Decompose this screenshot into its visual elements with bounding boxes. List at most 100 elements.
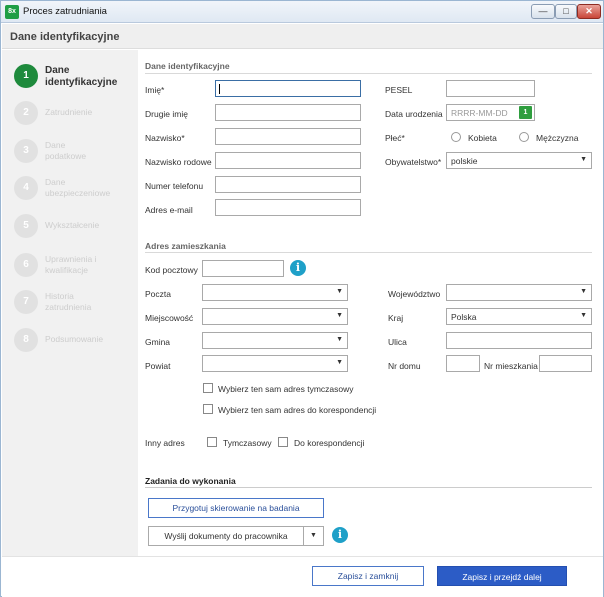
save-close-button[interactable]: Zapisz i zamknij	[312, 566, 424, 586]
wojewodztwo-label: Województwo	[388, 289, 441, 299]
same-corr-checkbox[interactable]	[203, 404, 213, 414]
obywatelstwo-select[interactable]: polskie ▼	[446, 152, 592, 169]
miejscowosc-select[interactable]: ▼	[202, 308, 348, 325]
step-number: 5	[14, 214, 38, 238]
poczta-select[interactable]: ▼	[202, 284, 348, 301]
steps-sidebar: 1 Dane identyfikacyjne 2 Zatrudnienie 3 …	[2, 50, 138, 556]
nazwisko-input[interactable]	[215, 128, 361, 145]
telefon-label: Numer telefonu	[145, 181, 204, 191]
step-6[interactable]: 6 Uprawnienia i kwalifikacje	[2, 253, 138, 289]
wojewodztwo-select[interactable]: ▼	[446, 284, 592, 301]
data-urodzenia-input[interactable]: RRRR-MM-DD 1	[446, 104, 535, 121]
nr-mieszkania-input[interactable]	[539, 355, 592, 372]
same-corr-label: Wybierz ten sam adres do korespondencji	[218, 405, 377, 415]
tymczasowy-label: Tymczasowy	[223, 438, 272, 448]
pesel-label: PESEL	[385, 85, 413, 95]
kobieta-label: Kobieta	[468, 133, 497, 143]
obywatelstwo-value: polskie	[451, 156, 478, 166]
mezczyzna-radio[interactable]	[519, 132, 529, 142]
drugie-imie-label: Drugie imię	[145, 109, 188, 119]
ulica-input[interactable]	[446, 332, 592, 349]
same-temp-label: Wybierz ten sam adres tymczasowy	[218, 384, 354, 394]
kod-pocztowy-label: Kod pocztowy	[145, 265, 198, 275]
step-number: 7	[14, 290, 38, 314]
divider	[145, 487, 592, 488]
kod-pocztowy-input[interactable]	[202, 260, 284, 277]
save-next-button[interactable]: Zapisz i przejdź dalej	[437, 566, 567, 586]
send-documents-button[interactable]: Wyślij dokumenty do pracownika	[148, 526, 304, 546]
ulica-label: Ulica	[388, 337, 407, 347]
chevron-down-icon: ▼	[580, 156, 587, 163]
step-label: Dane podatkowe	[45, 140, 87, 161]
plec-label: Płeć*	[385, 133, 405, 143]
nazwisko-rodowe-label: Nazwisko rodowe	[145, 157, 212, 167]
nr-domu-label: Nr domu	[388, 361, 421, 371]
same-temp-checkbox[interactable]	[203, 383, 213, 393]
send-options-dropdown[interactable]: ▼	[303, 526, 324, 546]
step-number: 8	[14, 328, 38, 352]
app-icon: 8x	[5, 5, 19, 19]
chevron-down-icon: ▼	[336, 312, 343, 319]
miejscowosc-label: Miejscowość	[145, 313, 194, 323]
identity-section-title: Dane identyfikacyjne	[145, 61, 230, 71]
drugie-imie-input[interactable]	[215, 104, 361, 121]
text-caret	[219, 84, 220, 94]
page-header: Dane identyfikacyjne	[2, 24, 603, 49]
korespondencji-checkbox[interactable]	[278, 437, 288, 447]
chevron-down-icon: ▼	[336, 336, 343, 343]
maximize-button[interactable]: □	[555, 4, 577, 19]
chevron-down-icon: ▼	[336, 288, 343, 295]
step-2[interactable]: 2 Zatrudnienie	[2, 101, 138, 137]
calendar-icon[interactable]: 1	[519, 106, 532, 119]
title-bar: 8x Proces zatrudniania — □ ✕	[1, 1, 603, 23]
step-8[interactable]: 8 Podsumowanie	[2, 328, 138, 364]
nazwisko-rodowe-input[interactable]	[215, 152, 361, 169]
inny-adres-label: Inny adres	[145, 438, 185, 448]
korespondencji-label: Do korespondencji	[294, 438, 365, 448]
divider	[145, 252, 592, 253]
nr-domu-input[interactable]	[446, 355, 480, 372]
step-label: Podsumowanie	[45, 334, 104, 344]
step-7[interactable]: 7 Historia zatrudnienia	[2, 290, 138, 326]
step-number: 2	[14, 101, 38, 125]
kobieta-radio[interactable]	[451, 132, 461, 142]
info-icon[interactable]: i	[290, 260, 306, 276]
poczta-label: Poczta	[145, 289, 171, 299]
chevron-down-icon: ▼	[310, 532, 317, 539]
form-content: Dane identyfikacyjne Imię* Drugie imię N…	[138, 50, 603, 556]
footer-bar: Zapisz i zamknij Zapisz i przejdź dalej	[2, 556, 603, 597]
powiat-label: Powiat	[145, 361, 171, 371]
divider	[145, 73, 592, 74]
gmina-label: Gmina	[145, 337, 171, 347]
close-button[interactable]: ✕	[577, 4, 601, 19]
kraj-select[interactable]: Polska ▼	[446, 308, 592, 325]
chevron-down-icon: ▼	[336, 359, 343, 366]
imie-input[interactable]	[215, 80, 361, 97]
tasks-section-title: Zadania do wykonania	[145, 476, 236, 486]
tymczasowy-checkbox[interactable]	[207, 437, 217, 447]
powiat-select[interactable]: ▼	[202, 355, 348, 372]
step-label: Dane ubezpieczeniowe	[45, 177, 111, 198]
step-1[interactable]: 1 Dane identyfikacyjne	[2, 64, 138, 100]
chevron-down-icon: ▼	[580, 288, 587, 295]
step-5[interactable]: 5 Wykształcenie	[2, 214, 138, 250]
window-title: Proces zatrudniania	[23, 6, 107, 17]
gmina-select[interactable]: ▼	[202, 332, 348, 349]
step-label: Historia zatrudnienia	[45, 291, 92, 312]
minimize-button[interactable]: —	[531, 4, 555, 19]
telefon-input[interactable]	[215, 176, 361, 193]
pesel-input[interactable]	[446, 80, 535, 97]
chevron-down-icon: ▼	[580, 312, 587, 319]
kraj-value: Polska	[451, 312, 477, 322]
address-section-title: Adres zamieszkania	[145, 241, 226, 251]
email-input[interactable]	[215, 199, 361, 216]
data-urodzenia-label: Data urodzenia	[385, 109, 443, 119]
nr-mieszkania-label: Nr mieszkania	[484, 361, 538, 371]
step-4[interactable]: 4 Dane ubezpieczeniowe	[2, 176, 138, 212]
step-label: Zatrudnienie	[45, 107, 93, 117]
prepare-referral-button[interactable]: Przygotuj skierowanie na badania	[148, 498, 324, 518]
step-3[interactable]: 3 Dane podatkowe	[2, 139, 138, 175]
nazwisko-label: Nazwisko*	[145, 133, 185, 143]
info-icon[interactable]: i	[332, 527, 348, 543]
obywatelstwo-label: Obywatelstwo*	[385, 157, 442, 167]
